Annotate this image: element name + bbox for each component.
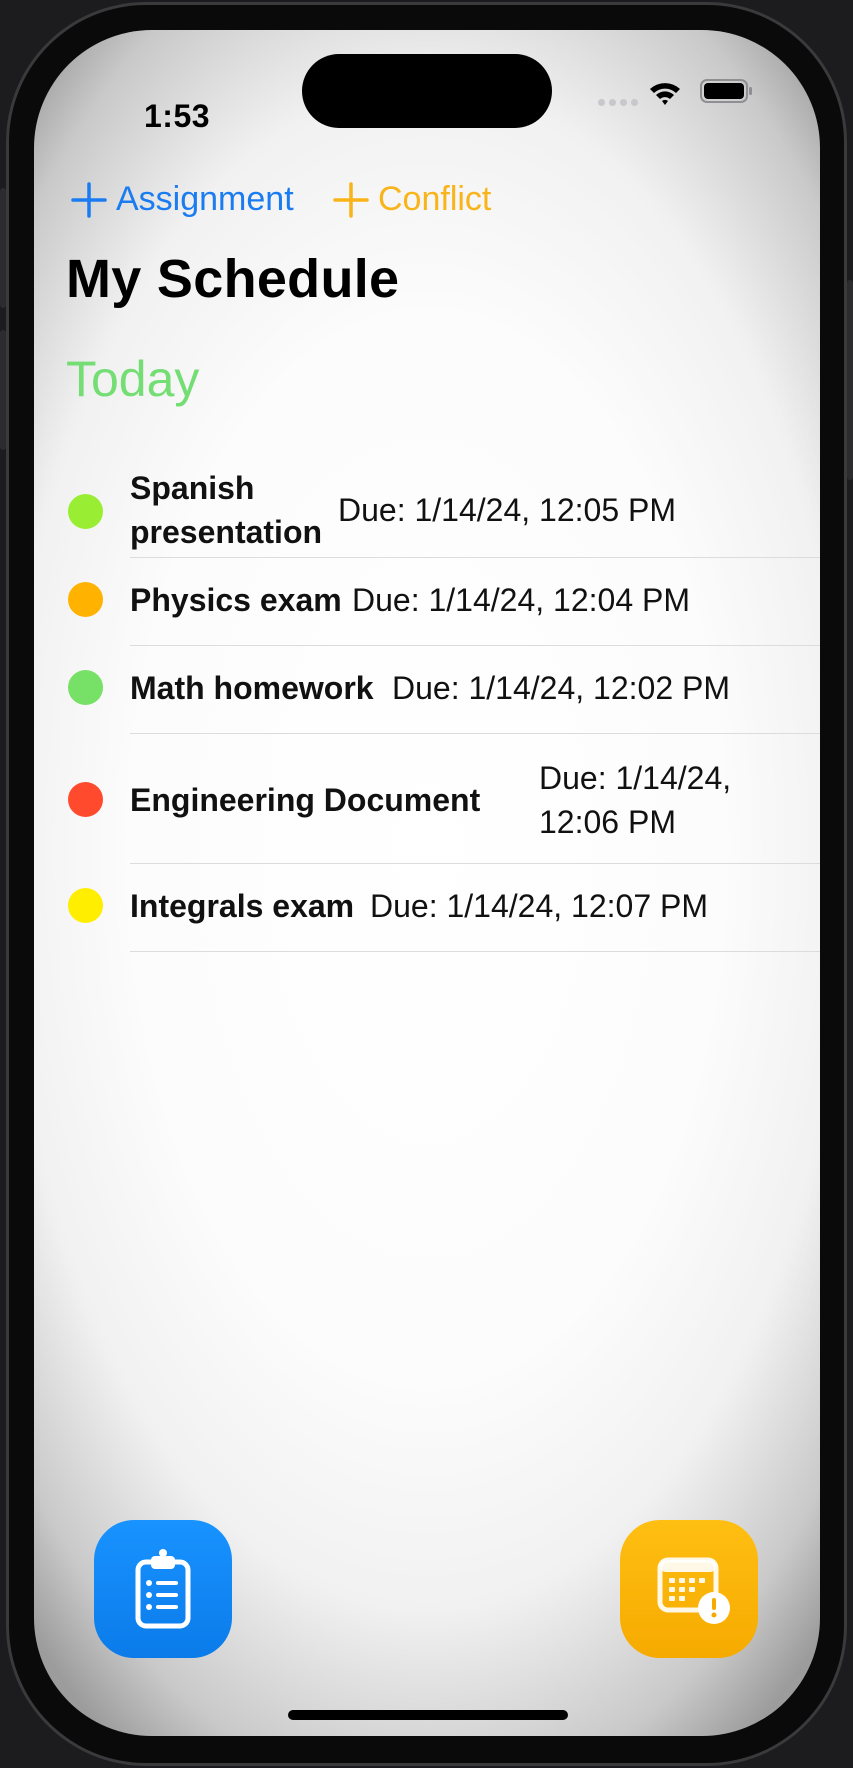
status-time: 1:53	[144, 98, 211, 134]
battery-icon	[700, 79, 752, 103]
status-dot	[68, 494, 103, 529]
row-divider	[130, 951, 820, 952]
clipboard-list-icon	[135, 1549, 191, 1629]
assignment-due: Due: 1/14/24, 12:04 PM	[352, 582, 690, 618]
plus-icon	[333, 181, 369, 218]
assignment-due: Due: 1/14/24, 12:05 PM	[338, 492, 676, 528]
status-dot	[68, 888, 103, 923]
assignment-title: Math homework	[130, 670, 374, 706]
device-frame: 1:53 Assignment Conflict My Schedule Tod…	[0, 0, 853, 1768]
add-conflict-label: Conflict	[378, 180, 492, 218]
assignment-title: Integrals exam	[130, 888, 355, 924]
wifi-icon	[650, 83, 680, 105]
assignment-due: Due: 1/14/24, 12:07 PM	[370, 888, 708, 924]
side-button-right	[847, 280, 853, 480]
list-item[interactable]: Physics exam Due: 1/14/24, 12:04 PM	[34, 558, 820, 646]
page-title: My Schedule	[66, 249, 400, 309]
status-dot	[68, 582, 103, 617]
status-dot	[68, 670, 103, 705]
list-item[interactable]: Math homework Due: 1/14/24, 12:02 PM	[34, 646, 820, 734]
assignment-title: Spanish presentation	[130, 470, 323, 550]
dynamic-island	[302, 54, 552, 128]
assignment-due: Due: 1/14/24, 12:02 PM	[392, 670, 730, 706]
list-item[interactable]: Spanish presentation Due: 1/14/24, 12:05…	[34, 460, 820, 560]
plus-icon	[71, 181, 107, 218]
add-conflict-button[interactable]: Conflict	[332, 180, 491, 219]
list-item[interactable]: Integrals exam Due: 1/14/24, 12:07 PM	[34, 864, 820, 952]
calendar-alert-icon	[657, 1557, 730, 1624]
app-screen: 1:53 Assignment Conflict My Schedule Tod…	[34, 30, 820, 1736]
list-item[interactable]: Engineering Document Due: 1/14/24, 12:06…	[34, 734, 820, 864]
assignments-list-button[interactable]	[94, 1520, 232, 1658]
home-indicator[interactable]	[288, 1710, 568, 1720]
assignment-title: Engineering Document	[130, 782, 481, 818]
assignment-due: Due: 1/14/24, 12:06 PM	[539, 760, 732, 840]
status-dot	[68, 782, 103, 817]
cellular-signal-icon	[598, 96, 638, 108]
conflicts-calendar-button[interactable]	[620, 1520, 758, 1658]
add-assignment-label: Assignment	[116, 180, 294, 218]
add-assignment-button[interactable]: Assignment	[70, 180, 294, 219]
assignment-title: Physics exam	[130, 582, 342, 618]
section-title-today: Today	[66, 351, 200, 407]
